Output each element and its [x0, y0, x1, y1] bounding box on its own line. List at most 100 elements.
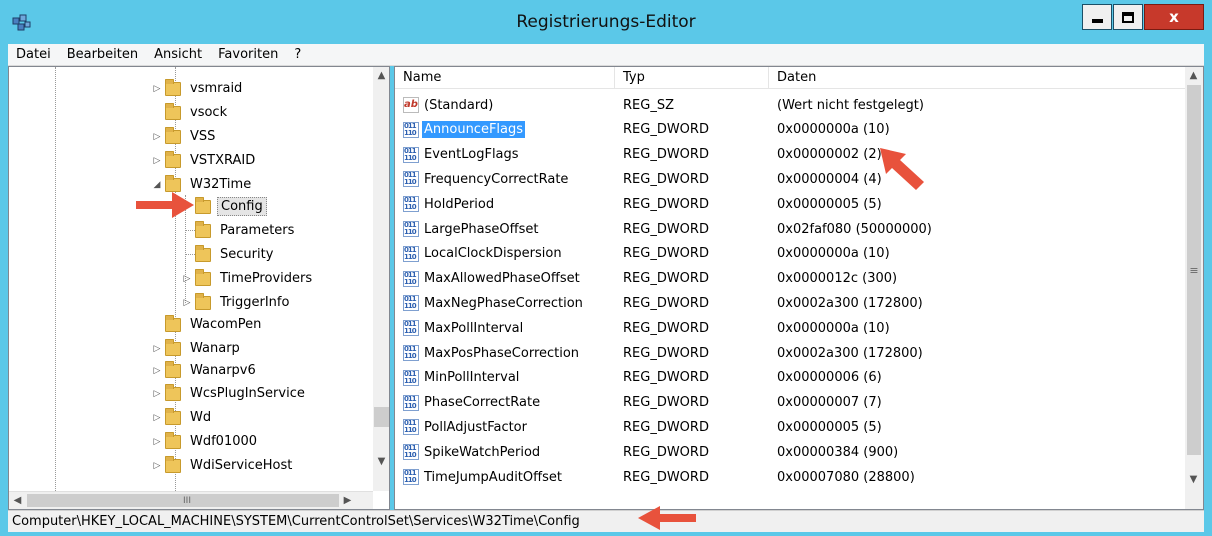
expand-icon[interactable]: ▷ [151, 344, 163, 354]
menu-edit[interactable]: Bearbeiten [59, 47, 146, 62]
expand-icon[interactable]: ▷ [151, 461, 163, 471]
value-name-cell[interactable]: 011 110 MaxPollInterval [403, 320, 525, 337]
value-name-cell[interactable]: 011 110 EventLogFlags [403, 146, 521, 163]
tree-item[interactable]: ▷ VSS [151, 125, 218, 148]
value-name-cell[interactable]: 011 110 HoldPeriod [403, 196, 496, 213]
tree-item[interactable]: vsock [151, 101, 230, 124]
expand-icon[interactable]: ▷ [151, 84, 163, 94]
value-row[interactable]: 011 110 MaxPosPhaseCorrection REG_DWORD 0x0… [395, 341, 1187, 365]
value-name[interactable]: MaxAllowedPhaseOffset [422, 270, 582, 287]
tree-item[interactable]: ▷ vsmraid [151, 77, 245, 100]
value-name-cell[interactable]: 011 110 FrequencyCorrectRate [403, 171, 570, 188]
tree-item[interactable]: ▷ VSTXRAID [151, 149, 258, 172]
tree-item[interactable]: ▷ Wd [151, 406, 214, 429]
expand-icon[interactable]: ▷ [151, 132, 163, 142]
tree-item[interactable]: ▷ WcsPlugInService [151, 382, 308, 405]
value-row[interactable]: 011 110 MinPollInterval REG_DWORD 0x0000000… [395, 366, 1187, 390]
tree-item-label[interactable]: VSS [187, 128, 218, 145]
tree-item[interactable]: ▷ TriggerInfo [181, 291, 292, 314]
value-row[interactable]: 011 110 HoldPeriod REG_DWORD 0x00000005 (5) [395, 192, 1187, 216]
value-name[interactable]: MaxPollInterval [422, 320, 525, 337]
scroll-thumb[interactable] [374, 407, 389, 427]
minimize-button[interactable] [1082, 4, 1112, 30]
tree-item[interactable]: ▷ WdiServiceHost [151, 454, 295, 477]
tree-item-label[interactable]: Wdf01000 [187, 433, 260, 450]
tree-item[interactable]: Parameters [181, 219, 297, 242]
value-row[interactable]: 011 110 MaxNegPhaseCorrection REG_DWORD 0x0… [395, 291, 1187, 315]
value-row[interactable]: 011 110 MaxAllowedPhaseOffset REG_DWORD 0x0… [395, 267, 1187, 291]
tree-item-label[interactable]: VSTXRAID [187, 152, 258, 169]
tree-item-label[interactable]: Parameters [217, 222, 297, 239]
value-row[interactable]: 011 110 EventLogFlags REG_DWORD 0x00000002 … [395, 143, 1187, 167]
tree-item-label[interactable]: WdiServiceHost [187, 457, 295, 474]
value-name[interactable]: PhaseCorrectRate [422, 394, 542, 411]
scroll-thumb[interactable]: ≡ [1187, 85, 1201, 455]
value-name[interactable]: MaxPosPhaseCorrection [422, 345, 581, 362]
value-name[interactable]: SpikeWatchPeriod [422, 444, 542, 461]
scroll-up-icon[interactable]: ▲ [373, 67, 389, 84]
maximize-button[interactable] [1113, 4, 1143, 30]
scroll-up-icon[interactable]: ▲ [1185, 67, 1202, 84]
tree-item-label[interactable]: WacomPen [187, 316, 264, 333]
tree-vertical-scrollbar[interactable]: ▲ ▼ [373, 67, 389, 491]
tree-item[interactable]: ▷ TimeProviders [181, 267, 315, 290]
tree-item-label[interactable]: Wanarp [187, 340, 243, 357]
value-row[interactable]: 011 110 AnnounceFlags REG_DWORD 0x0000000a … [395, 118, 1187, 142]
value-name[interactable]: TimeJumpAuditOffset [422, 469, 564, 486]
value-name[interactable]: PollAdjustFactor [422, 419, 529, 436]
expand-icon[interactable]: ▷ [151, 366, 163, 376]
expand-icon[interactable]: ▷ [181, 298, 193, 308]
tree-item-label[interactable]: TriggerInfo [217, 294, 292, 311]
collapse-icon[interactable]: ◢ [151, 180, 163, 190]
value-name-cell[interactable]: 011 110 LargePhaseOffset [403, 221, 540, 238]
menu-help[interactable]: ? [286, 47, 309, 62]
value-name[interactable]: (Standard) [422, 97, 495, 114]
tree-item-label[interactable]: vsock [187, 104, 230, 121]
expand-icon[interactable]: ▷ [151, 389, 163, 399]
value-name-cell[interactable]: 011 110 MaxPosPhaseCorrection [403, 345, 581, 362]
expand-icon[interactable]: ▷ [151, 437, 163, 447]
value-row[interactable]: 011 110 SpikeWatchPeriod REG_DWORD 0x000003… [395, 440, 1187, 464]
expand-icon[interactable]: ▷ [181, 274, 193, 284]
tree-item-label[interactable]: Security [217, 246, 276, 263]
value-name-cell[interactable]: 011 110 TimeJumpAuditOffset [403, 469, 564, 486]
value-name[interactable]: EventLogFlags [422, 146, 521, 163]
value-name-cell[interactable]: 011 110 MaxNegPhaseCorrection [403, 295, 585, 312]
value-name-cell[interactable]: 011 110 AnnounceFlags [403, 121, 526, 139]
value-name[interactable]: FrequencyCorrectRate [422, 171, 570, 188]
tree-item-label[interactable]: TimeProviders [217, 270, 315, 287]
value-name-cell[interactable]: 011 110 PollAdjustFactor [403, 419, 529, 436]
scroll-left-icon[interactable]: ◀ [9, 492, 26, 509]
tree-item-label[interactable]: Config [217, 197, 267, 216]
scroll-down-icon[interactable]: ▼ [373, 453, 389, 470]
tree-item-label[interactable]: Wd [187, 409, 214, 426]
tree-item-label[interactable]: W32Time [187, 176, 254, 193]
value-name-cell[interactable]: 011 110 MaxAllowedPhaseOffset [403, 270, 582, 287]
value-name[interactable]: MaxNegPhaseCorrection [422, 295, 585, 312]
expand-icon[interactable]: ▷ [151, 156, 163, 166]
scroll-right-icon[interactable]: ▶ [339, 492, 356, 509]
expand-icon[interactable]: ▷ [151, 413, 163, 423]
tree-item-label[interactable]: WcsPlugInService [187, 385, 308, 402]
menu-view[interactable]: Ansicht [146, 47, 210, 62]
close-button[interactable]: x [1144, 4, 1204, 30]
value-name[interactable]: LargePhaseOffset [422, 221, 540, 238]
menu-file[interactable]: Datei [8, 47, 59, 62]
value-name[interactable]: AnnounceFlags [422, 121, 526, 139]
scroll-thumb[interactable]: III [27, 494, 347, 507]
value-name[interactable]: MinPollInterval [422, 369, 521, 386]
title-bar[interactable]: Registrierungs-Editor x [0, 0, 1212, 44]
value-name-cell[interactable]: 011 110 SpikeWatchPeriod [403, 444, 542, 461]
value-name-cell[interactable]: ab (Standard) [403, 97, 495, 114]
value-row[interactable]: 011 110 LargePhaseOffset REG_DWORD 0x02faf0… [395, 217, 1187, 241]
tree-item[interactable]: Security [181, 243, 276, 266]
value-name[interactable]: LocalClockDispersion [422, 245, 564, 262]
value-row[interactable]: 011 110 LocalClockDispersion REG_DWORD 0x00… [395, 242, 1187, 266]
scroll-down-icon[interactable]: ▼ [1185, 471, 1202, 488]
value-row[interactable]: 011 110 PhaseCorrectRate REG_DWORD 0x000000… [395, 391, 1187, 415]
tree-item[interactable]: ▷ Wanarp [151, 337, 243, 360]
tree-item[interactable]: ▷ Wdf01000 [151, 430, 260, 453]
column-header-name[interactable]: Name [395, 67, 615, 89]
value-name-cell[interactable]: 011 110 LocalClockDispersion [403, 245, 564, 262]
tree-item-label[interactable]: Wanarpv6 [187, 362, 259, 379]
